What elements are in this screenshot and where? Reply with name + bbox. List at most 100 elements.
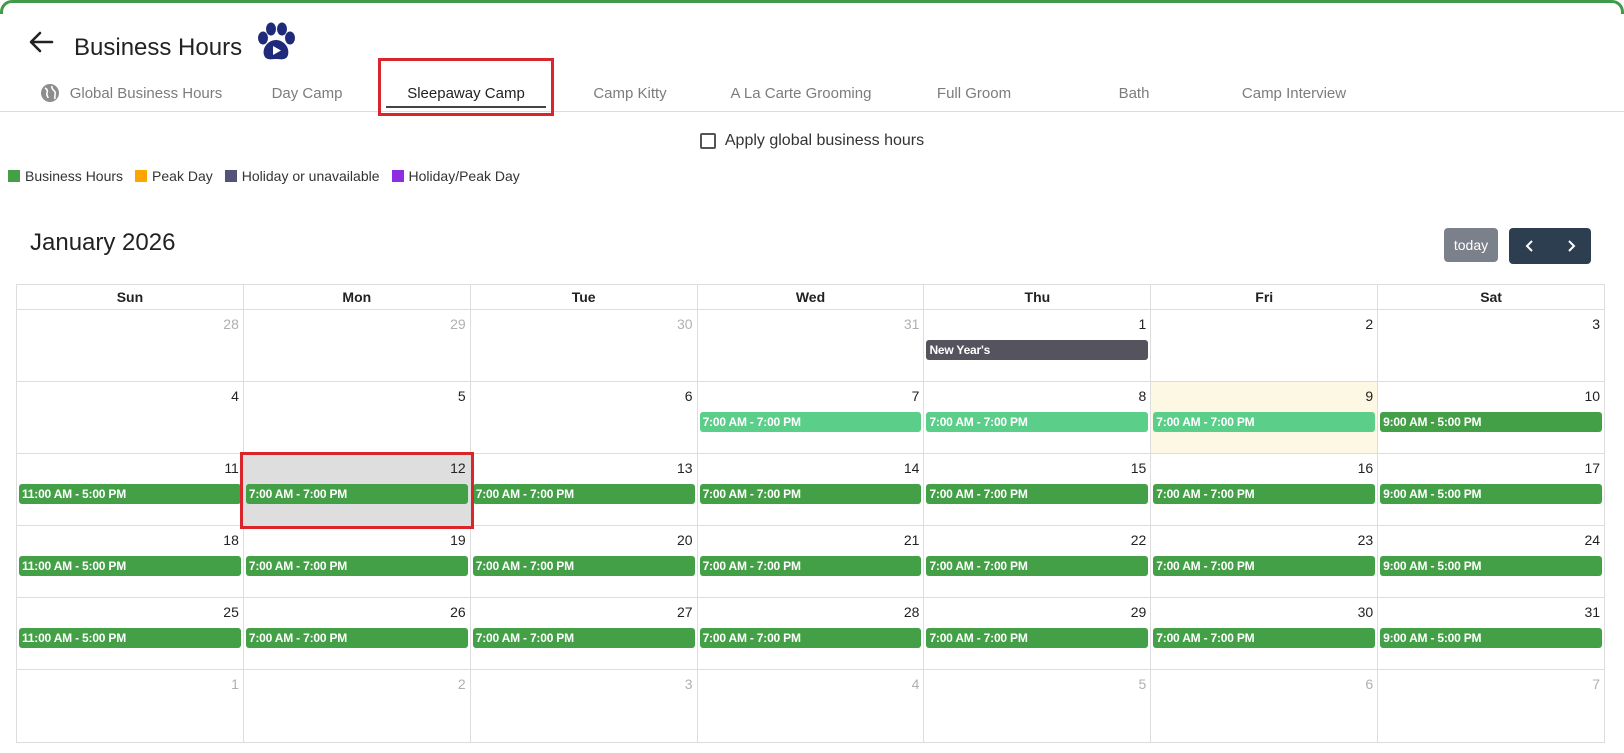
calendar-day-cell[interactable]: 22 7:00 AM - 7:00 PM bbox=[924, 526, 1152, 597]
business-hours-event[interactable]: 7:00 AM - 7:00 PM bbox=[699, 556, 922, 576]
business-hours-event[interactable]: 7:00 AM - 7:00 PM bbox=[245, 484, 468, 504]
business-hours-event[interactable]: 7:00 AM - 7:00 PM bbox=[926, 556, 1149, 576]
calendar-day-cell[interactable]: 30 7:00 AM - 7:00 PM bbox=[1151, 598, 1379, 669]
business-hours-event[interactable]: 7:00 AM - 7:00 PM bbox=[472, 628, 695, 648]
today-button[interactable]: today bbox=[1444, 228, 1498, 262]
business-hours-event[interactable]: 9:00 AM - 5:00 PM bbox=[1380, 628, 1603, 648]
calendar-day-cell[interactable]: 23 7:00 AM - 7:00 PM bbox=[1151, 526, 1379, 597]
tab-sleepaway-camp[interactable]: Sleepaway Camp bbox=[386, 74, 546, 112]
business-hours-event[interactable]: 11:00 AM - 5:00 PM bbox=[19, 556, 241, 576]
tab-bath[interactable]: Bath bbox=[1064, 74, 1204, 112]
prev-month-button[interactable] bbox=[1509, 228, 1550, 264]
tab-day-camp[interactable]: Day Camp bbox=[236, 74, 378, 112]
calendar-day-cell[interactable]: 3 bbox=[1378, 310, 1604, 381]
calendar-day-cell[interactable]: 7 7:00 AM - 7:00 PM bbox=[698, 382, 925, 453]
calendar-day-cell[interactable]: 17 9:00 AM - 5:00 PM bbox=[1378, 454, 1604, 525]
weekday-wed: Wed bbox=[698, 285, 925, 309]
calendar-day-cell[interactable]: 13 7:00 AM - 7:00 PM bbox=[471, 454, 698, 525]
tab-label: Bath bbox=[1118, 84, 1150, 102]
business-hours-event[interactable]: 11:00 AM - 5:00 PM bbox=[19, 484, 241, 504]
calendar-day-cell[interactable]: 4 bbox=[17, 382, 244, 453]
calendar-day-cell[interactable]: 1 New Year's bbox=[924, 310, 1152, 381]
calendar-day-cell[interactable]: 7 bbox=[1378, 670, 1604, 742]
tab-global-business-hours[interactable]: Global Business Hours bbox=[26, 74, 236, 112]
page-header: Business Hours bbox=[0, 20, 1624, 70]
calendar-day-cell[interactable]: 27 7:00 AM - 7:00 PM bbox=[471, 598, 698, 669]
tab-camp-interview[interactable]: Camp Interview bbox=[1224, 74, 1364, 112]
day-number: 3 bbox=[1592, 316, 1601, 332]
calendar-day-cell[interactable]: 14 7:00 AM - 7:00 PM bbox=[698, 454, 925, 525]
calendar-day-cell[interactable]: 3 bbox=[471, 670, 698, 742]
day-number: 31 bbox=[1584, 604, 1601, 620]
calendar-day-cell[interactable]: 28 7:00 AM - 7:00 PM bbox=[698, 598, 925, 669]
calendar-nav bbox=[1509, 228, 1591, 264]
business-hours-event[interactable]: 7:00 AM - 7:00 PM bbox=[1153, 484, 1376, 504]
calendar-day-cell[interactable]: 2 bbox=[1151, 310, 1379, 381]
day-number: 28 bbox=[903, 604, 920, 620]
calendar-day-cell[interactable]: 1 bbox=[17, 670, 244, 742]
legend-holiday: Holiday or unavailable bbox=[224, 168, 380, 184]
tab-camp-kitty[interactable]: Camp Kitty bbox=[560, 74, 700, 112]
calendar-day-cell[interactable]: 25 11:00 AM - 5:00 PM bbox=[17, 598, 244, 669]
calendar-day-cell[interactable]: 15 7:00 AM - 7:00 PM bbox=[924, 454, 1152, 525]
day-number: 18 bbox=[223, 532, 239, 548]
legend-label: Holiday or unavailable bbox=[241, 168, 380, 184]
calendar-day-cell[interactable]: 31 bbox=[698, 310, 925, 381]
day-number: 28 bbox=[223, 316, 239, 332]
day-number: 9 bbox=[1365, 388, 1374, 404]
business-hours-event[interactable]: 7:00 AM - 7:00 PM bbox=[472, 556, 695, 576]
business-hours-event[interactable]: 7:00 AM - 7:00 PM bbox=[1153, 412, 1376, 432]
calendar-day-cell[interactable]: 5 bbox=[244, 382, 471, 453]
day-number: 26 bbox=[450, 604, 466, 620]
calendar-day-cell[interactable]: 6 bbox=[471, 382, 698, 453]
business-hours-event[interactable]: 9:00 AM - 5:00 PM bbox=[1380, 484, 1603, 504]
business-hours-event[interactable]: 7:00 AM - 7:00 PM bbox=[699, 484, 922, 504]
calendar-day-cell[interactable]: 5 bbox=[924, 670, 1152, 742]
calendar-day-cell[interactable]: 2 bbox=[244, 670, 471, 742]
business-hours-event[interactable]: 9:00 AM - 5:00 PM bbox=[1380, 556, 1603, 576]
day-number: 21 bbox=[903, 532, 920, 548]
calendar-day-cell[interactable]: 6 bbox=[1151, 670, 1379, 742]
calendar-day-cell[interactable]: 16 7:00 AM - 7:00 PM bbox=[1151, 454, 1379, 525]
business-hours-event[interactable]: 7:00 AM - 7:00 PM bbox=[472, 484, 695, 504]
calendar-day-cell[interactable]: 12 7:00 AM - 7:00 PM bbox=[243, 454, 471, 525]
business-hours-event[interactable]: 11:00 AM - 5:00 PM bbox=[19, 628, 241, 648]
apply-global-label: Apply global business hours bbox=[724, 132, 925, 149]
calendar-day-cell[interactable]: 11 11:00 AM - 5:00 PM bbox=[17, 454, 244, 525]
business-hours-event[interactable]: 7:00 AM - 7:00 PM bbox=[699, 628, 922, 648]
tab-a-la-carte-grooming[interactable]: A La Carte Grooming bbox=[716, 74, 886, 112]
day-number: 5 bbox=[1138, 676, 1147, 692]
calendar-day-cell[interactable]: 4 bbox=[698, 670, 925, 742]
calendar-day-cell[interactable]: 10 9:00 AM - 5:00 PM bbox=[1378, 382, 1604, 453]
day-number: 7 bbox=[911, 388, 920, 404]
calendar-day-cell[interactable]: 8 7:00 AM - 7:00 PM bbox=[924, 382, 1152, 453]
back-arrow-icon[interactable] bbox=[26, 27, 56, 57]
calendar-day-cell[interactable]: 24 9:00 AM - 5:00 PM bbox=[1378, 526, 1604, 597]
calendar-day-cell[interactable]: 18 11:00 AM - 5:00 PM bbox=[17, 526, 244, 597]
calendar-day-cell[interactable]: 29 7:00 AM - 7:00 PM bbox=[924, 598, 1152, 669]
calendar-day-cell[interactable]: 28 bbox=[17, 310, 244, 381]
business-hours-event[interactable]: 7:00 AM - 7:00 PM bbox=[699, 412, 922, 432]
business-hours-event[interactable]: 7:00 AM - 7:00 PM bbox=[926, 412, 1149, 432]
day-number: 2 bbox=[1365, 316, 1374, 332]
business-hours-event[interactable]: 7:00 AM - 7:00 PM bbox=[926, 628, 1149, 648]
apply-global-checkbox[interactable] bbox=[699, 133, 716, 149]
business-hours-event[interactable]: 7:00 AM - 7:00 PM bbox=[926, 484, 1149, 504]
calendar-day-cell[interactable]: 9 7:00 AM - 7:00 PM bbox=[1151, 382, 1379, 453]
day-number: 2 bbox=[457, 676, 466, 692]
business-hours-event[interactable]: 9:00 AM - 5:00 PM bbox=[1380, 412, 1603, 432]
tab-full-groom[interactable]: Full Groom bbox=[904, 74, 1044, 112]
business-hours-event[interactable]: 7:00 AM - 7:00 PM bbox=[245, 556, 468, 576]
business-hours-event[interactable]: 7:00 AM - 7:00 PM bbox=[245, 628, 468, 648]
calendar-day-cell[interactable]: 26 7:00 AM - 7:00 PM bbox=[244, 598, 471, 669]
calendar-day-cell[interactable]: 20 7:00 AM - 7:00 PM bbox=[471, 526, 698, 597]
calendar-day-cell[interactable]: 21 7:00 AM - 7:00 PM bbox=[698, 526, 925, 597]
next-month-button[interactable] bbox=[1550, 228, 1591, 264]
calendar-day-cell[interactable]: 29 bbox=[244, 310, 471, 381]
business-hours-event[interactable]: 7:00 AM - 7:00 PM bbox=[1153, 628, 1376, 648]
calendar-day-cell[interactable]: 19 7:00 AM - 7:00 PM bbox=[244, 526, 471, 597]
calendar-day-cell[interactable]: 31 9:00 AM - 5:00 PM bbox=[1378, 598, 1604, 669]
calendar-day-cell[interactable]: 30 bbox=[471, 310, 698, 381]
business-hours-event[interactable]: 7:00 AM - 7:00 PM bbox=[1153, 556, 1376, 576]
holiday-event[interactable]: New Year's bbox=[926, 340, 1149, 360]
